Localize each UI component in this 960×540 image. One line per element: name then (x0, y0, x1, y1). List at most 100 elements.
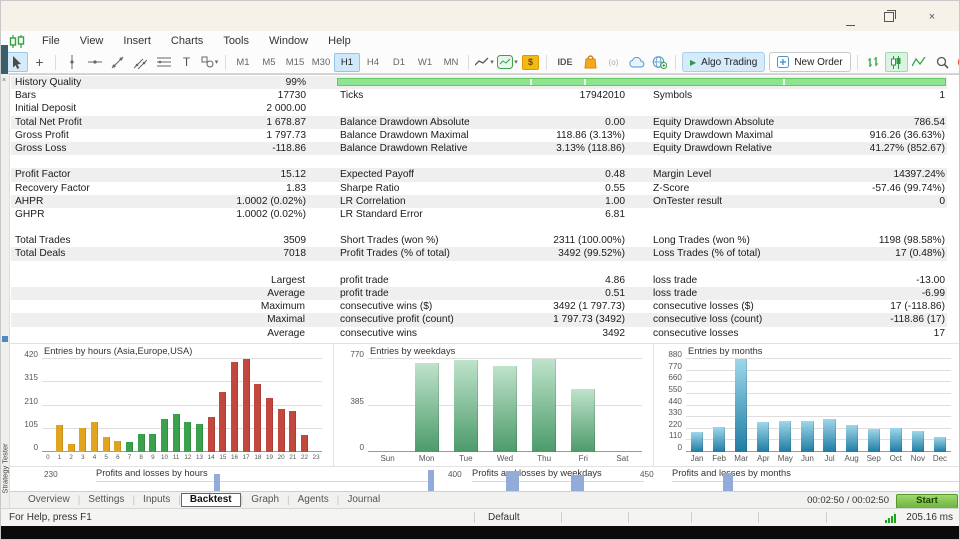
text-tool-icon[interactable]: T (175, 52, 198, 72)
stat-label: Equity Drawdown Maximal (653, 129, 774, 141)
table-row: Average profit trade 0.51 loss trade -6.99 (11, 287, 947, 301)
tab-backtest[interactable]: Backtest (180, 493, 241, 507)
menu-item-help[interactable]: Help (318, 33, 361, 49)
toolbar: + T ▾ M1 M5 M15 M30 H1 H4 D1 W1 MN ▾ ▾ $… (1, 51, 959, 74)
x-tick-label: 19 (265, 454, 273, 461)
timeframe-w1[interactable]: W1 (412, 53, 438, 72)
y-tick-label: 550 (668, 384, 682, 394)
algo-trading-button[interactable]: ▶ Algo Trading (682, 52, 766, 72)
metaeditor-ide-icon[interactable]: IDE (551, 52, 579, 72)
chart-window-icon[interactable]: ▾ (496, 52, 519, 72)
fibonacci-tool-icon[interactable] (152, 52, 175, 72)
chart-title: Entries by hours (Asia,Europe,USA) (44, 346, 193, 356)
new-order-button[interactable]: New Order (769, 52, 851, 72)
timeframe-m5[interactable]: M5 (256, 53, 282, 72)
stat-value (306, 300, 307, 313)
table-row: Total Net Profit 1 678.87 Balance Drawdown… (11, 115, 947, 129)
timeframe-h1[interactable]: H1 (334, 52, 360, 72)
x-tick-label: 13 (195, 454, 203, 461)
x-tick-label: Mon (418, 454, 435, 463)
timeframe-m30[interactable]: M30 (308, 53, 334, 72)
bar-1 (56, 425, 63, 452)
stat-value: 0 (939, 195, 945, 207)
channel-tool-icon[interactable] (129, 52, 152, 72)
close-button[interactable]: × (917, 10, 947, 26)
bar-Feb (713, 427, 726, 452)
stub-chart-title: Profits and losses by hours (96, 468, 208, 478)
vertical-line-tool-icon[interactable] (60, 52, 83, 72)
stat-cell: Total Trades 3509 (11, 234, 307, 247)
minimize-button[interactable] (831, 10, 861, 26)
candlestick-chart-icon[interactable] (884, 52, 908, 72)
stat-value (306, 313, 307, 326)
gridline (686, 427, 951, 429)
stat-value: 0.55 (605, 182, 625, 194)
start-button[interactable]: Start (896, 494, 958, 509)
menu-item-charts[interactable]: Charts (161, 33, 213, 49)
stat-label (336, 102, 340, 115)
menu-item-view[interactable]: View (70, 33, 114, 49)
menu-item-window[interactable]: Window (259, 33, 318, 49)
dock-edge (1, 45, 8, 74)
profile-selector[interactable]: Default (488, 512, 520, 523)
crosshair-tool-icon[interactable]: + (28, 52, 51, 72)
tab-overview[interactable]: Overview (20, 493, 78, 507)
horizontal-line-tool-icon[interactable] (83, 52, 106, 72)
stat-label: loss trade (653, 288, 698, 299)
timeframe-h4[interactable]: H4 (360, 53, 386, 72)
gridline (686, 404, 951, 406)
chart-plot: 0 385 770 (350, 350, 642, 452)
stat-label: Balance Drawdown Relative (340, 142, 468, 154)
progress-segment-gap (783, 79, 785, 85)
menu-item-tools[interactable]: Tools (213, 33, 259, 49)
line-chart-type-icon[interactable]: ▾ (473, 52, 496, 72)
cloud-icon[interactable] (625, 52, 648, 72)
tab-graph[interactable]: Graph (243, 493, 287, 507)
timeframe-m1[interactable]: M1 (230, 53, 256, 72)
stat-cell: Balance Drawdown Absolute 0.00 (336, 116, 626, 129)
menu-item-file[interactable]: File (32, 33, 70, 49)
stub-gridline (472, 481, 644, 482)
stub-bar (571, 475, 584, 492)
notifications-icon[interactable]: 1 (954, 52, 959, 72)
tick-chart-icon[interactable] (862, 52, 885, 72)
backtest-report-panel: History Quality 99% Bars 17730 Ticks 17942010… (10, 74, 959, 492)
signals-icon[interactable]: (o) (602, 52, 625, 72)
timeframe-m15[interactable]: M15 (282, 53, 308, 72)
stat-cell: Initial Deposit 2 000.00 (11, 102, 307, 115)
progress-segment-gap (584, 79, 586, 85)
tab-inputs[interactable]: Inputs (135, 493, 178, 507)
tab-journal[interactable]: Journal (339, 493, 388, 507)
stat-label: profit trade (340, 288, 389, 299)
x-tick-label: 4 (92, 454, 97, 461)
stat-label: Profit Trades (% of total) (340, 248, 450, 260)
x-tick-label: Jun (800, 454, 814, 463)
toolbar-separator (468, 54, 469, 70)
stub-gridline (96, 481, 432, 482)
trendline-tool-icon[interactable] (106, 52, 129, 72)
restore-button[interactable] (874, 10, 904, 26)
community-icon[interactable] (648, 52, 671, 72)
market-bag-icon[interactable] (579, 52, 602, 72)
symbols-icon[interactable]: $ (519, 52, 542, 72)
zigzag-chart-icon[interactable] (908, 52, 931, 72)
stat-cell: LR Correlation 1.00 (336, 195, 626, 208)
stat-value: 14397.24% (893, 169, 945, 181)
stat-cell: LR Standard Error 6.81 (336, 208, 626, 221)
menu-item-insert[interactable]: Insert (113, 33, 161, 49)
tab-settings[interactable]: Settings (80, 493, 132, 507)
tab-agents[interactable]: Agents (290, 493, 337, 507)
stat-cell: consecutive losses ($) 17 (-118.86) (649, 300, 946, 313)
gridline (42, 381, 322, 383)
search-icon[interactable] (931, 52, 954, 72)
stat-cell: Total Deals 7018 (11, 247, 307, 260)
bar-10 (161, 418, 168, 452)
panel-close-icon[interactable]: × (2, 77, 6, 84)
bar-May (779, 420, 792, 452)
stat-label: consecutive loss (count) (653, 314, 763, 326)
cursor-tool-icon[interactable] (5, 52, 28, 72)
stat-cell (336, 102, 626, 115)
shapes-tool-icon[interactable]: ▾ (198, 52, 221, 72)
timeframe-d1[interactable]: D1 (386, 53, 412, 72)
timeframe-mn[interactable]: MN (438, 53, 464, 72)
